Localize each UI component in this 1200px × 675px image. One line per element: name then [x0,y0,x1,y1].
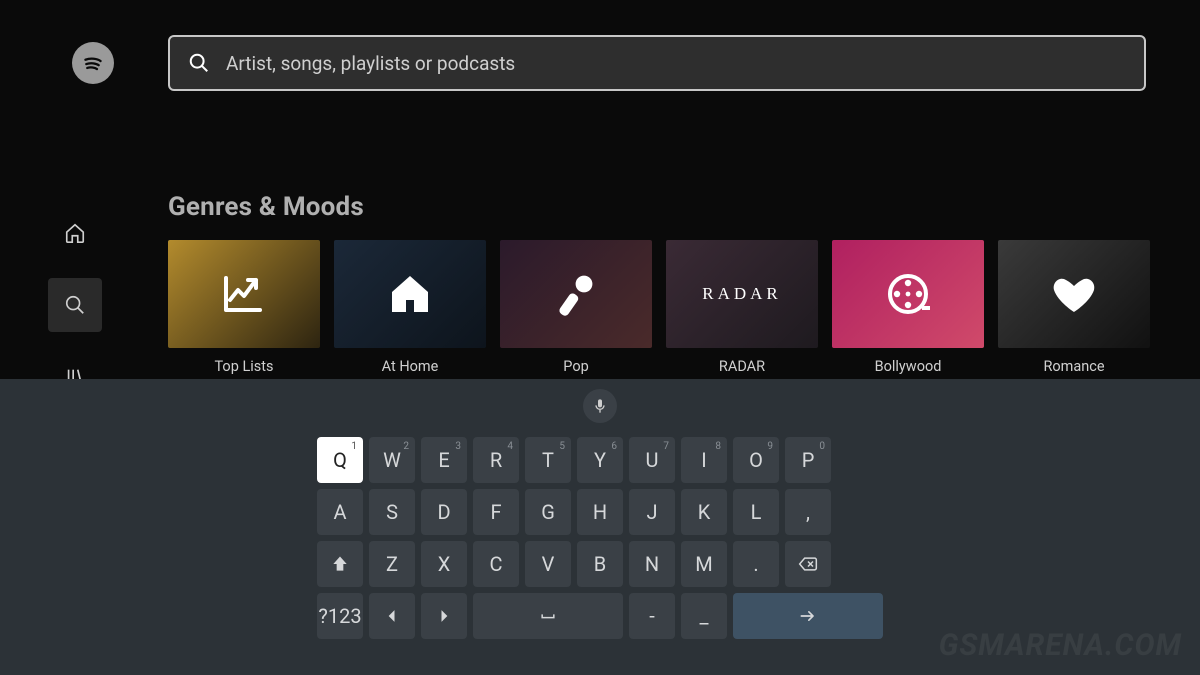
key-backspace[interactable] [785,541,831,587]
key-f[interactable]: F [473,489,519,535]
caret-left-icon [382,606,402,626]
key-space[interactable] [473,593,623,639]
genre-tile-pop[interactable]: Pop [500,240,652,375]
section-title: Genres & Moods [168,192,1200,222]
nav-home[interactable] [48,206,102,260]
key-l[interactable]: L [733,489,779,535]
genre-tile-radar[interactable]: RADAR RADAR [666,240,818,375]
genre-tile-romance[interactable]: Romance [998,240,1150,375]
genre-tile-top-lists[interactable]: Top Lists [168,240,320,375]
key-x[interactable]: X [421,541,467,587]
key-s[interactable]: S [369,489,415,535]
nav-search[interactable] [48,278,102,332]
chart-up-icon [220,270,268,318]
key-w[interactable]: W2 [369,437,415,483]
key-enter[interactable] [733,593,883,639]
key-m[interactable]: M [681,541,727,587]
radar-text-icon: RADAR [702,284,782,304]
key-shift[interactable] [317,541,363,587]
tile-thumb [500,240,652,348]
key-a[interactable]: A [317,489,363,535]
key-h[interactable]: H [577,489,623,535]
key-c[interactable]: C [473,541,519,587]
microphone-icon [552,270,600,318]
tile-thumb: RADAR [666,240,818,348]
key-left[interactable] [369,593,415,639]
genre-tiles-row: Top Lists At Home Pop RADAR RADAR [168,240,1200,375]
key-q[interactable]: Q1 [317,437,363,483]
key-.[interactable]: . [733,541,779,587]
key-y[interactable]: Y6 [577,437,623,483]
key-o[interactable]: O9 [733,437,779,483]
home-icon [64,222,86,244]
key-r[interactable]: R4 [473,437,519,483]
key-underscore[interactable]: _ [681,593,727,639]
key-p[interactable]: P0 [785,437,831,483]
key-numbers[interactable]: ?123 [317,593,363,639]
tile-thumb [334,240,486,348]
space-icon [538,606,558,626]
brand-logo [72,42,114,84]
key-d[interactable]: D [421,489,467,535]
key-j[interactable]: J [629,489,675,535]
tile-label: Pop [563,358,588,375]
heart-icon [1050,270,1098,318]
arrow-right-icon [798,606,818,626]
tile-label: At Home [382,358,439,375]
tile-label: Romance [1043,358,1104,375]
shift-icon [330,554,350,574]
genre-tile-at-home[interactable]: At Home [334,240,486,375]
key-k[interactable]: K [681,489,727,535]
backspace-icon [798,554,818,574]
key-g[interactable]: G [525,489,571,535]
key-n[interactable]: N [629,541,675,587]
search-icon [64,294,86,316]
caret-right-icon [434,606,454,626]
key-u[interactable]: U7 [629,437,675,483]
tile-label: Bollywood [875,358,942,375]
key-b[interactable]: B [577,541,623,587]
search-input[interactable]: Artist, songs, playlists or podcasts [168,35,1146,91]
tile-thumb [168,240,320,348]
watermark: GSMARENA.COM [939,628,1182,663]
genres-section: Genres & Moods Top Lists At Home Pop [168,192,1200,375]
key-t[interactable]: T5 [525,437,571,483]
spotify-icon [80,50,106,76]
key-i[interactable]: I8 [681,437,727,483]
voice-input-button[interactable] [583,389,617,423]
tile-thumb [832,240,984,348]
key-dash[interactable]: - [629,593,675,639]
side-nav [48,206,102,404]
genre-tile-bollywood[interactable]: Bollywood [832,240,984,375]
key-right[interactable] [421,593,467,639]
key-z[interactable]: Z [369,541,415,587]
key-,[interactable]: , [785,489,831,535]
key-e[interactable]: E3 [421,437,467,483]
tile-label: Top Lists [214,358,273,375]
microphone-icon [592,398,608,414]
tile-thumb [998,240,1150,348]
film-reel-icon [884,270,932,318]
key-v[interactable]: V [525,541,571,587]
search-icon [188,52,210,74]
tile-label: RADAR [719,358,765,375]
search-placeholder: Artist, songs, playlists or podcasts [226,52,515,75]
home-icon [386,270,434,318]
